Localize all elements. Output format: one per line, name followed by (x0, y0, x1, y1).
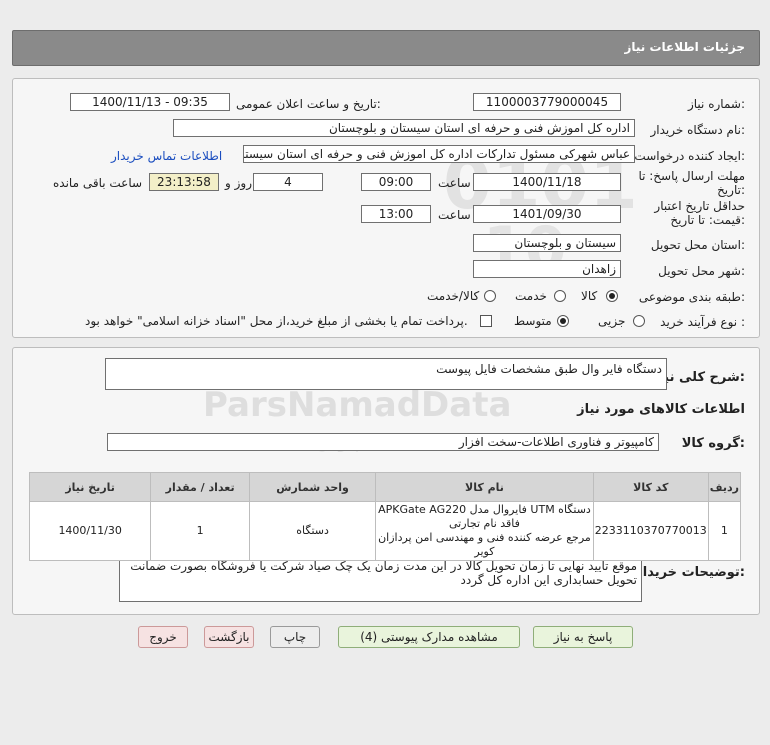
reply-button[interactable]: پاسخ به نیاز (533, 626, 633, 648)
city-label: شهر محل تحویل: (658, 264, 745, 278)
exit-button[interactable]: خروج (138, 626, 188, 648)
page-title: جزئیات اطلاعات نیاز (624, 40, 745, 54)
category-option-service: خدمت (515, 289, 547, 303)
cell-name-line-2: مرجع عرضه کننده فنی و مهندسی امن پردازان… (378, 531, 591, 558)
cell-row-number: 1 (707, 501, 742, 561)
city-field: زاهدان (473, 260, 621, 278)
buyer-contact-link[interactable]: اطلاعات تماس خریدار (111, 149, 222, 163)
category-label: طبقه بندی موضوعی: (638, 290, 745, 304)
goods-group-label: گروه کالا: (681, 436, 745, 451)
col-header-date: تاریخ نیاز (28, 472, 152, 502)
days-label: روز و (225, 176, 252, 190)
creator-label: ایجاد کننده درخواست: (634, 149, 745, 163)
process-radio-minor[interactable] (633, 315, 645, 327)
reply-time-label: ساعت (438, 176, 471, 190)
remaining-time-field: 23:13:58 (149, 173, 219, 191)
buyer-org-label: نام دستگاه خریدار: (650, 123, 746, 137)
process-option-minor: جزیی (598, 314, 626, 328)
summary-field: دستگاه فایر وال طبق مشخصات فایل پیوست (105, 358, 667, 390)
cell-qty: 1 (150, 501, 251, 561)
reply-deadline-label: مهلت ارسال پاسخ: تا تاریخ: (638, 169, 745, 197)
buyer-org-field: اداره کل اموزش فنی و حرفه ای استان سیستا… (173, 119, 635, 137)
col-header-code: کد کالا (592, 472, 709, 502)
creator-field: عباس شهرکی مسئول تدارکات اداره کل اموزش … (243, 145, 635, 163)
buyer-notes-label: توضیحات خریدار: (635, 565, 745, 580)
reply-date-field: 1400/11/18 (473, 173, 621, 191)
validity-time-field: 13:00 (361, 205, 431, 223)
remaining-time-label: ساعت باقی مانده (53, 176, 143, 190)
validity-date-field: 1401/09/30 (473, 205, 621, 223)
process-radio-medium[interactable] (557, 315, 569, 327)
category-option-goods-service: کالا/خدمت (427, 289, 480, 303)
cell-date: 1400/11/30 (28, 501, 152, 561)
category-radio-goods-service[interactable] (484, 290, 496, 302)
col-header-name: نام کالا (375, 472, 594, 502)
category-option-goods: کالا (581, 289, 598, 303)
table-header-row: ردیف کد کالا نام کالا واحد شمارش تعداد /… (28, 472, 742, 502)
announce-datetime-label: تاریخ و ساعت اعلان عمومی: (236, 97, 381, 111)
category-radio-goods[interactable] (606, 290, 618, 302)
need-info-panel: 0101 10 شماره نیاز: 1100003779000045 تار… (12, 78, 760, 338)
treasury-payment-note: پرداخت تمام یا بخشی از مبلغ خرید،از محل … (85, 314, 468, 328)
validity-time-label: ساعت (438, 208, 471, 222)
province-field: سیستان و بلوچستان (473, 234, 621, 252)
reply-time-field: 09:00 (361, 173, 431, 191)
announce-datetime-field: 1400/11/13 - 09:35 (70, 93, 230, 111)
need-number-label: شماره نیاز: (687, 97, 745, 111)
table-row: 1 2233110370770013 دستگاه UTM فایروال مد… (28, 501, 742, 561)
category-radio-service[interactable] (554, 290, 566, 302)
cell-name-line-1: دستگاه UTM فایروال مدل APKGate AG220 فاق… (378, 503, 591, 530)
days-field: 4 (253, 173, 323, 191)
cell-unit: دستگاه (249, 501, 377, 561)
need-number-field: 1100003779000045 (473, 93, 621, 111)
col-header-unit: واحد شمارش (249, 472, 377, 502)
page-header: جزئیات اطلاعات نیاز (12, 30, 760, 66)
process-option-medium: متوسط (514, 314, 552, 328)
process-type-label: نوع فرآیند خرید : (660, 315, 745, 329)
print-button[interactable]: چاپ (270, 626, 320, 648)
province-label: استان محل تحویل: (650, 238, 745, 252)
goods-table: ردیف کد کالا نام کالا واحد شمارش تعداد /… (28, 472, 742, 561)
goods-group-field: کامپیوتر و فناوری اطلاعات-سخت افزار (107, 433, 659, 451)
cell-name: دستگاه UTM فایروال مدل APKGate AG220 فاق… (375, 501, 594, 561)
watermark-brand: ParsNamadData (203, 385, 512, 425)
col-header-row-number: ردیف (707, 472, 742, 502)
treasury-payment-checkbox[interactable] (480, 315, 492, 327)
goods-section-title: اطلاعات کالاهای مورد نیاز (577, 402, 745, 417)
cell-code: 2233110370770013 (592, 501, 709, 561)
view-attachments-button[interactable]: مشاهده مدارک پیوستی (4) (338, 626, 520, 648)
col-header-qty: تعداد / مقدار (150, 472, 251, 502)
validity-label: حداقل تاریخ اعتبار قیمت: تا تاریخ: (654, 199, 745, 227)
back-button[interactable]: بازگشت (204, 626, 254, 648)
